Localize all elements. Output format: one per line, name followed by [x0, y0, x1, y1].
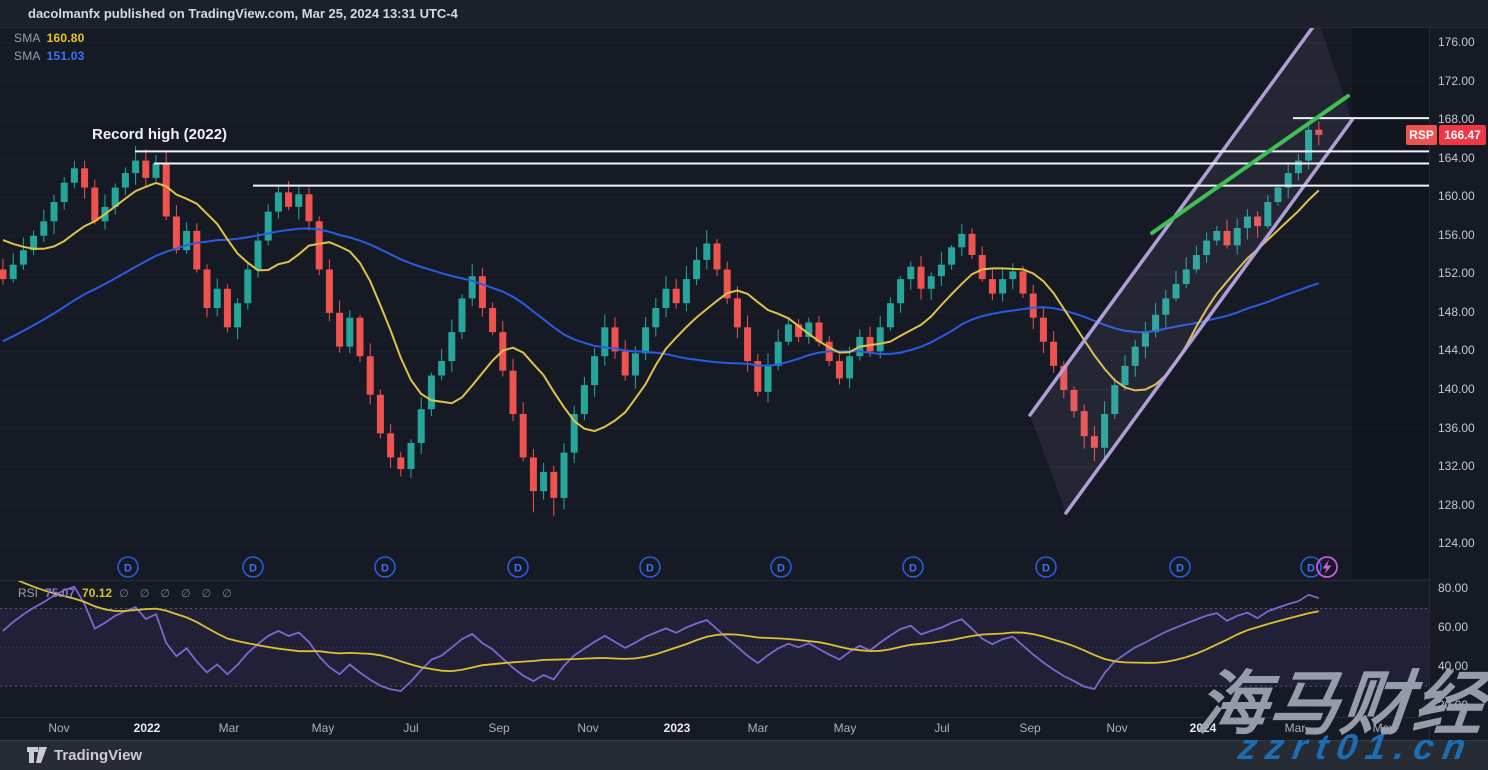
sma-slow-label: SMA	[14, 49, 41, 63]
watermark-site-url: zzrt01.cn	[1235, 726, 1477, 768]
svg-text:D: D	[381, 563, 389, 575]
price-pane[interactable]: DDDDDDDDDD	[0, 20, 1429, 578]
svg-text:D: D	[1307, 563, 1315, 575]
rsi-axis-label: 80.00	[1438, 581, 1468, 595]
time-axis-label: May	[312, 721, 335, 735]
symbol-badge: RSP	[1406, 125, 1437, 145]
price-axis-label: 164.00	[1438, 151, 1475, 165]
time-axis-label: Sep	[1019, 721, 1040, 735]
price-axis-label: 140.00	[1438, 382, 1475, 396]
time-axis-label: Mar	[748, 721, 769, 735]
time-axis-label: Sep	[488, 721, 509, 735]
rsi-label: RSI	[18, 586, 38, 600]
svg-text:D: D	[909, 563, 917, 575]
dividend-markers[interactable]: DDDDDDDDDD	[118, 557, 1321, 577]
time-axis-label: Nov	[48, 721, 69, 735]
time-axis-label: Nov	[577, 721, 598, 735]
price-axis-label: 172.00	[1438, 74, 1475, 88]
sma-fast-value: 160.80	[47, 31, 85, 45]
price-axis-label: 152.00	[1438, 266, 1475, 280]
rsi-ma-value: 70.12	[82, 586, 112, 600]
last-price-badge: 166.47	[1439, 125, 1486, 145]
rsi-empty-values: ∅ ∅ ∅ ∅ ∅ ∅	[119, 588, 236, 600]
price-axis-label: 168.00	[1438, 112, 1475, 126]
tradingview-brand-text[interactable]: TradingView	[54, 747, 142, 764]
price-axis-label: 144.00	[1438, 343, 1475, 357]
record-high-annotation[interactable]: Record high (2022)	[92, 126, 227, 143]
svg-text:D: D	[124, 563, 132, 575]
price-axis-label: 132.00	[1438, 459, 1475, 473]
time-axis-label-year: 2022	[134, 721, 161, 735]
rsi-legend[interactable]: RSI 75.07 70.12 ∅ ∅ ∅ ∅ ∅ ∅	[18, 586, 243, 600]
price-axis-label: 148.00	[1438, 305, 1475, 319]
channel-fill	[1030, 20, 1352, 513]
time-axis-label: Jul	[934, 721, 949, 735]
sma-slow-value: 151.03	[47, 49, 85, 63]
sma-slow-legend[interactable]: SMA 151.03	[14, 49, 85, 63]
published-attribution: dacolmanfx published on TradingView.com,…	[28, 6, 458, 21]
price-axis-label: 160.00	[1438, 189, 1475, 203]
svg-text:D: D	[646, 563, 654, 575]
svg-text:D: D	[249, 563, 257, 575]
rsi-axis-label: 60.00	[1438, 620, 1468, 634]
rsi-value: 75.07	[45, 586, 75, 600]
price-axis-label: 128.00	[1438, 498, 1475, 512]
time-axis-label-year: 2023	[664, 721, 691, 735]
price-axis-label: 176.00	[1438, 35, 1475, 49]
time-axis-label: Mar	[219, 721, 240, 735]
future-area-shade	[1352, 28, 1429, 578]
sma-fast-label: SMA	[14, 31, 41, 45]
time-axis-label: Jul	[403, 721, 418, 735]
price-axis-label: 156.00	[1438, 228, 1475, 242]
tradingview-chart-window: D D D D D D D D D D dacolmanfx published on Tradi…	[0, 0, 1488, 770]
time-axis-label: May	[834, 721, 857, 735]
svg-text:D: D	[1042, 563, 1050, 575]
price-axis-label: 136.00	[1438, 421, 1475, 435]
svg-text:D: D	[1176, 563, 1184, 575]
lightning-icon	[1323, 560, 1332, 575]
svg-text:D: D	[777, 563, 785, 575]
time-axis-label: Nov	[1106, 721, 1127, 735]
tradingview-logo-icon[interactable]	[26, 746, 48, 764]
svg-text:D: D	[514, 563, 522, 575]
sma-fast-legend[interactable]: SMA 160.80	[14, 31, 85, 45]
price-axis-label: 124.00	[1438, 536, 1475, 550]
